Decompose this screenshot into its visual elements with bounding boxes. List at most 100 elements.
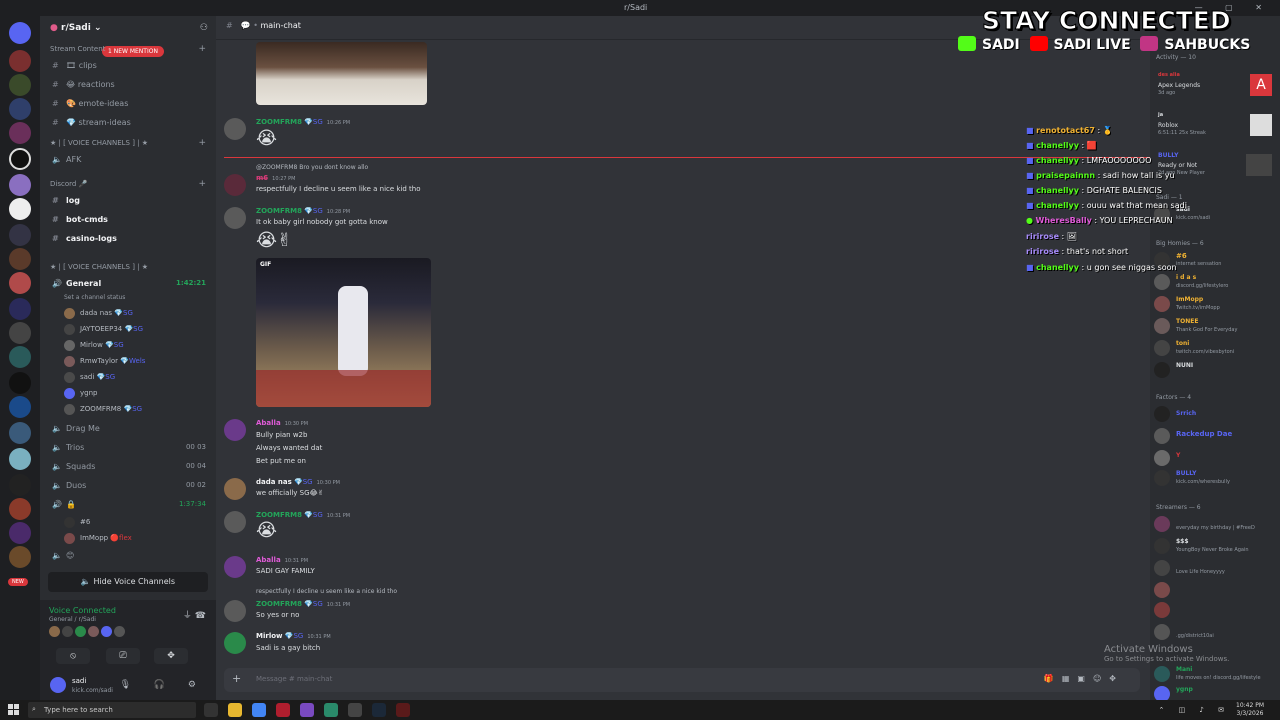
taskbar-search[interactable]: ⌕ Type here to search — [28, 702, 196, 718]
member-item[interactable]: TONEE Thank God For Everyday — [1154, 316, 1280, 336]
server-icon[interactable] — [9, 546, 31, 568]
message-composer[interactable]: + Message # main-chat 🎁▦▣☺✥ — [224, 668, 1140, 692]
taskbar-clock[interactable]: 10:42 PM 3/3/2026 — [1236, 702, 1264, 718]
channel-item[interactable]: # bot-cmds — [40, 210, 216, 229]
disconnect-icon[interactable]: ⏚ ☎ — [183, 608, 206, 621]
composer-placeholder[interactable]: Message # main-chat — [256, 675, 332, 683]
message-author[interactable]: ZOOMFRM8 — [256, 118, 302, 126]
channel-item[interactable]: # 😂 reactions — [40, 75, 216, 94]
server-header[interactable]: ● r/Sadi ⌄ ⚇ — [40, 16, 216, 42]
screen-share-icon[interactable]: ⎚ — [106, 648, 140, 664]
app-icon[interactable] — [324, 703, 338, 717]
message-author[interactable]: Aballa — [256, 556, 281, 564]
message-author[interactable]: ZOOMFRM8 — [256, 600, 302, 608]
server-icon[interactable] — [9, 522, 31, 544]
avatar[interactable] — [224, 556, 246, 578]
user-controls[interactable]: 🎙 🎧 ⚙ — [120, 680, 206, 690]
reply-preview[interactable]: @ZOOMFRM8 Bro you dont know allo — [256, 164, 368, 171]
server-icon[interactable] — [9, 74, 31, 96]
server-icon[interactable] — [9, 346, 31, 368]
hide-voice-channels-button[interactable]: 🔈 Hide Voice Channels — [48, 572, 208, 592]
member-item[interactable]: ImMopp Twitch.tv/imMopp — [1154, 294, 1280, 314]
voice-channel[interactable]: 🔈 😊 — [40, 546, 216, 565]
server-icon[interactable] — [9, 174, 31, 196]
windows-start-icon[interactable] — [8, 704, 20, 716]
member-item[interactable]: des alia Apex Legends 3d ago A — [1154, 70, 1280, 96]
user-name[interactable]: sadi — [72, 677, 86, 685]
server-icon[interactable] — [9, 498, 31, 520]
server-icon[interactable] — [9, 50, 31, 72]
composer-tools[interactable]: 🎁▦▣☺✥ — [1044, 674, 1124, 683]
voice-channel[interactable]: 🔈 Duos 00 02 — [40, 476, 216, 495]
channel-item[interactable]: # log — [40, 191, 216, 210]
server-icon[interactable] — [9, 272, 31, 294]
member-item[interactable]: Rackedup Dae — [1154, 426, 1280, 446]
message-author[interactable]: Mirlow — [256, 632, 283, 640]
member-item[interactable]: BULLY kick.com/wheresbully — [1154, 468, 1280, 488]
member-item[interactable]: Mani life moves on! discord.gg/lifestyle — [1154, 664, 1280, 684]
member-item[interactable]: $$$ YoungBoy Never Broke Again — [1154, 536, 1280, 556]
avatar[interactable] — [224, 174, 246, 196]
voice-user[interactable]: RmwTaylor 💎Wels — [40, 353, 216, 369]
server-icon[interactable] — [9, 22, 31, 44]
gif-attachment[interactable]: GIF — [256, 258, 431, 407]
member-item[interactable]: toni twitch.com/vibesbytoni — [1154, 338, 1280, 358]
voice-user[interactable]: sadi 💎SG — [40, 369, 216, 385]
category-header[interactable]: Stream Content + — [40, 42, 216, 56]
voice-channel-locked[interactable]: 🔊 🔒 1:37:34 — [40, 495, 216, 514]
channel-item[interactable]: # casino-logs — [40, 229, 216, 248]
file-explorer-icon[interactable] — [228, 703, 242, 717]
voice-channel[interactable]: 🔈 Trios 00 03 — [40, 438, 216, 457]
voice-user[interactable]: #6 — [40, 514, 216, 530]
server-icon[interactable] — [9, 298, 31, 320]
server-icon[interactable] — [9, 474, 31, 496]
add-member-icon[interactable]: ⚇ — [200, 23, 208, 33]
voice-channel[interactable]: 🔈 Drag Me — [40, 419, 216, 438]
server-icon[interactable] — [9, 122, 31, 144]
server-icon[interactable] — [9, 372, 31, 394]
message-author[interactable]: ZOOMFRM8 — [256, 207, 302, 215]
voice-connected-status[interactable]: Voice Connected — [49, 606, 116, 615]
avatar[interactable] — [224, 632, 246, 654]
member-item[interactable]: everyday my birthday | #FreeD — [1154, 514, 1280, 534]
voice-user[interactable]: Mirlow 💎SG — [40, 337, 216, 353]
avatar[interactable] — [224, 419, 246, 441]
camera-off-icon[interactable]: ⦸ — [56, 648, 90, 664]
voice-user[interactable]: dada nas 💎SG — [40, 305, 216, 321]
member-item[interactable]: .gg/district10ai — [1154, 622, 1280, 642]
avatar[interactable] — [224, 207, 246, 229]
channel-item[interactable]: # 🎞 clips — [40, 56, 216, 75]
add-attachment-icon[interactable]: + — [232, 672, 241, 685]
voice-channel[interactable]: 🔈 Squads 00 04 — [40, 457, 216, 476]
message-author[interactable]: Aballa — [256, 419, 281, 427]
server-icon[interactable] — [9, 422, 31, 444]
channel-item[interactable]: # 💎 stream-ideas — [40, 113, 216, 132]
voice-channel-general[interactable]: 🔊 General 1:42:21 — [40, 274, 216, 293]
avatar[interactable] — [224, 478, 246, 500]
obs-icon[interactable] — [396, 703, 410, 717]
member-item[interactable]: Y — [1154, 448, 1280, 468]
member-item[interactable]: Love Life Honeyyyy — [1154, 558, 1280, 578]
app-icon[interactable] — [348, 703, 362, 717]
server-icon[interactable] — [9, 198, 31, 220]
server-icon[interactable] — [9, 98, 31, 120]
server-icon[interactable] — [9, 396, 31, 418]
member-item[interactable]: Srrich — [1154, 404, 1280, 424]
member-item[interactable] — [1154, 600, 1280, 620]
app-icon[interactable] — [300, 703, 314, 717]
member-item[interactable]: NUNI — [1154, 360, 1280, 380]
message-author[interactable]: dada nas — [256, 478, 292, 486]
voice-user[interactable]: ImMopp 🔴flex — [40, 530, 216, 546]
app-icon[interactable] — [276, 703, 290, 717]
channel-item[interactable]: 🔈 AFK — [40, 150, 216, 169]
system-tray[interactable]: ⌃ ◫ ♪ ✉ — [1159, 706, 1231, 714]
avatar[interactable] — [224, 511, 246, 533]
message-author[interactable]: ZOOMFRM8 — [256, 511, 302, 519]
category-header[interactable]: ★ | [ VOICE CHANNELS ] | ★ + — [40, 136, 216, 150]
avatar[interactable] — [224, 600, 246, 622]
server-icon[interactable] — [9, 224, 31, 246]
chrome-icon[interactable] — [252, 703, 266, 717]
steam-icon[interactable] — [372, 703, 386, 717]
channel-item[interactable]: # 🎨 emote-ideas — [40, 94, 216, 113]
server-icon[interactable] — [9, 322, 31, 344]
